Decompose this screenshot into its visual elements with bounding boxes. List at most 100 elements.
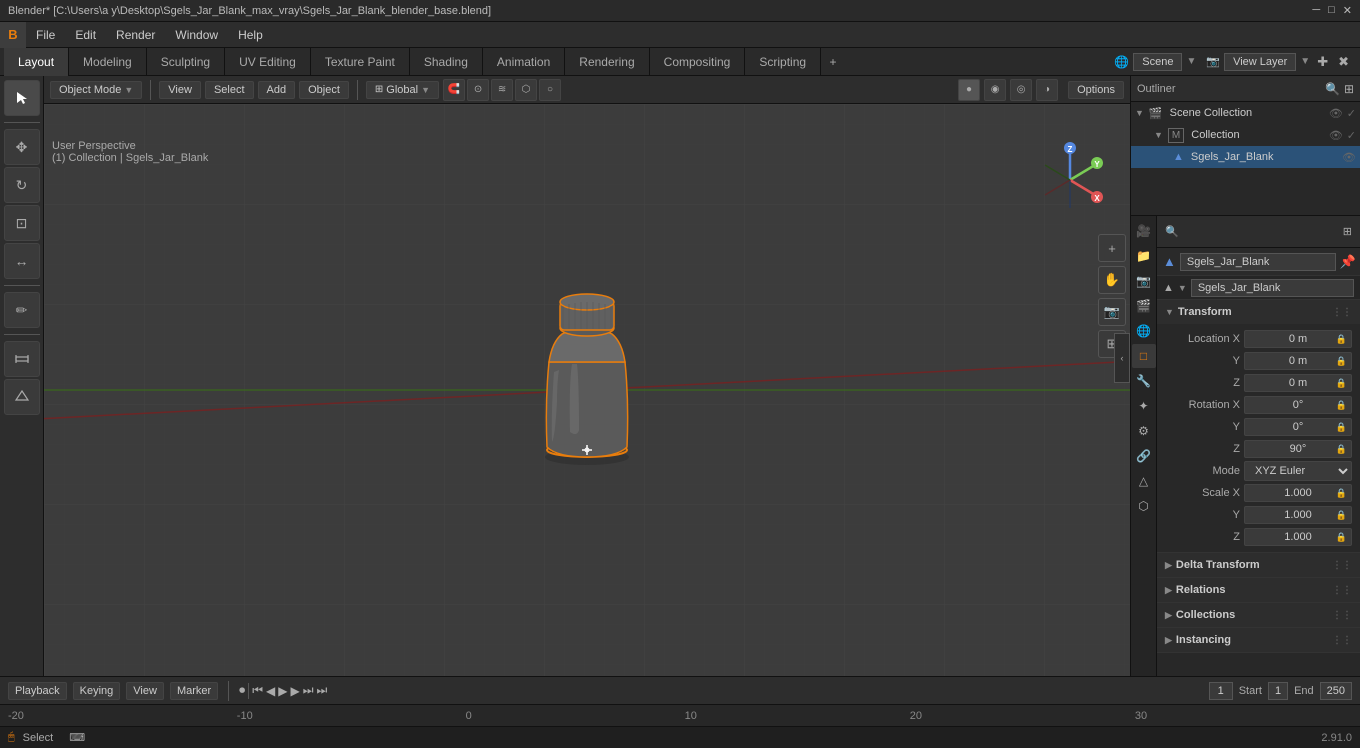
view-menu-btn[interactable]: View [159, 81, 201, 99]
rotation-mode-select[interactable]: XYZ Euler [1244, 461, 1352, 481]
prop-particles-icon[interactable]: ✦ [1132, 394, 1156, 418]
prop-data-icon[interactable]: △ [1132, 469, 1156, 493]
scene-selector[interactable]: Scene [1133, 53, 1182, 71]
tl-record-btn[interactable]: ⏺ [239, 683, 245, 698]
collections-header[interactable]: ▶ Collections ⋮⋮ [1157, 603, 1360, 627]
transform-header[interactable]: ▼ Transform ⋮⋮ [1157, 300, 1360, 324]
mode-selector[interactable]: Object Mode ▼ [50, 81, 142, 99]
obj-vis-eye[interactable]: 👁 [1342, 151, 1356, 164]
prop-render-icon[interactable]: 🎥 [1132, 219, 1156, 243]
marker-btn[interactable]: Marker [170, 682, 218, 700]
scale-tool-btn[interactable]: ⊡ [4, 205, 40, 241]
camera-btn[interactable]: 📷 [1098, 298, 1126, 326]
data-name-input[interactable]: Sgels_Jar_Blank [1191, 279, 1354, 297]
instancing-header[interactable]: ▶ Instancing ⋮⋮ [1157, 628, 1360, 652]
viewport-canvas[interactable]: User Perspective (1) Collection | Sgels_… [44, 104, 1130, 676]
proportional-btn[interactable]: ⊙ [467, 79, 489, 101]
delta-transform-header[interactable]: ▶ Delta Transform ⋮⋮ [1157, 553, 1360, 577]
prop-header-filter[interactable]: ⊞ [1343, 225, 1352, 238]
tl-next-frame-btn[interactable]: ▶ [290, 684, 299, 698]
menu-window[interactable]: Window [165, 22, 228, 48]
tab-rendering[interactable]: Rendering [565, 48, 649, 76]
location-x-field[interactable]: 0 m 🔒 [1244, 330, 1352, 348]
object-name-input[interactable]: Sgels_Jar_Blank [1180, 253, 1336, 271]
add-screen-btn[interactable]: ✚ [1314, 54, 1331, 70]
prop-world-icon[interactable]: 🌐 [1132, 319, 1156, 343]
playback-btn[interactable]: Playback [8, 682, 67, 700]
prop-material-icon[interactable]: ⬡ [1132, 494, 1156, 518]
outliner-object[interactable]: ▲ Sgels_Jar_Blank 👁 [1131, 146, 1360, 168]
tl-prev-frame-btn[interactable]: ◀ [266, 684, 275, 698]
location-z-field[interactable]: 0 m 🔒 [1244, 374, 1352, 392]
prop-scene-icon[interactable]: 🎬 [1132, 294, 1156, 318]
prop-view-layer-icon[interactable]: 📷 [1132, 269, 1156, 293]
transform-selector[interactable]: ⊞ Global ▼ [366, 81, 439, 99]
add-workspace-btn[interactable]: + [821, 48, 845, 76]
tab-texture-paint[interactable]: Texture Paint [311, 48, 410, 76]
rotation-y-field[interactable]: 0° 🔒 [1244, 418, 1352, 436]
relations-header[interactable]: ▶ Relations ⋮⋮ [1157, 578, 1360, 602]
shading-mat-btn[interactable]: ◉ [984, 79, 1006, 101]
add-tool-btn[interactable] [4, 379, 40, 415]
tab-animation[interactable]: Animation [483, 48, 565, 76]
blender-logo[interactable]: B [0, 22, 26, 48]
start-frame-field[interactable]: 1 [1268, 682, 1288, 700]
prop-object-icon[interactable]: □ [1132, 344, 1156, 368]
menu-help[interactable]: Help [228, 22, 273, 48]
menu-edit[interactable]: Edit [65, 22, 106, 48]
tab-compositing[interactable]: Compositing [650, 48, 746, 76]
prop-modifier-icon[interactable]: 🔧 [1132, 369, 1156, 393]
tab-layout[interactable]: Layout [4, 48, 69, 76]
current-frame-field[interactable]: 1 [1209, 682, 1233, 700]
measure-tool-btn[interactable] [4, 341, 40, 377]
select-menu-btn[interactable]: Select [205, 81, 254, 99]
add-menu-btn[interactable]: Add [258, 81, 296, 99]
prop-physics-icon[interactable]: ⚙ [1132, 419, 1156, 443]
transform-tool-btn[interactable]: ↔ [4, 243, 40, 279]
pan-btn[interactable]: ✋ [1098, 266, 1126, 294]
outliner-search-icon[interactable]: 🔍 [1325, 82, 1340, 96]
tab-sculpting[interactable]: Sculpting [147, 48, 225, 76]
tl-play-btn[interactable]: ▶ [278, 684, 287, 698]
view-btn[interactable]: View [126, 682, 164, 700]
object-menu-btn[interactable]: Object [299, 81, 349, 99]
wireframe-btn[interactable]: ○ [539, 79, 561, 101]
keying-btn[interactable]: Keying [73, 682, 121, 700]
options-btn[interactable]: Options [1068, 81, 1124, 99]
snap-btn[interactable]: 🧲 [443, 79, 465, 101]
menu-render[interactable]: Render [106, 22, 165, 48]
select-tool-btn[interactable] [4, 80, 40, 116]
scale-y-field[interactable]: 1.000 🔒 [1244, 506, 1352, 524]
minimize-btn[interactable]: ─ [1312, 4, 1320, 17]
col-vis-eye[interactable]: 👁 [1329, 129, 1343, 142]
prop-output-icon[interactable]: 📁 [1132, 244, 1156, 268]
outliner-scene-collection[interactable]: ▼ 🎬 Scene Collection 👁 ✓ [1131, 102, 1360, 124]
shading-solid-btn[interactable]: ● [958, 79, 980, 101]
outliner-filter-icon[interactable]: ⊞ [1344, 82, 1354, 96]
prop-constraints-icon[interactable]: 🔗 [1132, 444, 1156, 468]
window-controls[interactable]: ─ □ ✕ [1312, 4, 1352, 17]
rotation-z-field[interactable]: 90° 🔒 [1244, 440, 1352, 458]
tl-jump-end-btn[interactable]: ⏭ [317, 683, 328, 698]
maximize-btn[interactable]: □ [1328, 4, 1335, 17]
tab-modeling[interactable]: Modeling [69, 48, 147, 76]
location-y-field[interactable]: 0 m 🔒 [1244, 352, 1352, 370]
viewport[interactable]: Object Mode ▼ View Select Add Object ⊞ G… [44, 76, 1130, 676]
scale-x-field[interactable]: 1.000 🔒 [1244, 484, 1352, 502]
tl-jump-start-btn[interactable]: ⏮ [252, 683, 263, 698]
overlay-btn[interactable]: ⬡ [515, 79, 537, 101]
n-panel-toggle[interactable]: ‹ [1114, 333, 1130, 383]
shading-render-btn[interactable]: ◎ [1010, 79, 1032, 101]
outliner-collection[interactable]: ▼ M Collection 👁 ✓ [1131, 124, 1360, 146]
remove-screen-btn[interactable]: ✖ [1335, 54, 1352, 70]
shading-rendered-btn[interactable]: ◑ [1036, 79, 1058, 101]
scene-vis-eye[interactable]: 👁 [1329, 107, 1343, 120]
col-vis-check[interactable]: ✓ [1347, 129, 1356, 142]
prop2-btn[interactable]: ≋ [491, 79, 513, 101]
tl-skip-end-btn[interactable]: ⏭ [303, 683, 314, 698]
close-btn[interactable]: ✕ [1343, 4, 1352, 17]
pin-icon[interactable]: 📌 [1340, 254, 1356, 270]
move-tool-btn[interactable]: ✥ [4, 129, 40, 165]
rotate-tool-btn[interactable]: ↻ [4, 167, 40, 203]
tab-shading[interactable]: Shading [410, 48, 483, 76]
